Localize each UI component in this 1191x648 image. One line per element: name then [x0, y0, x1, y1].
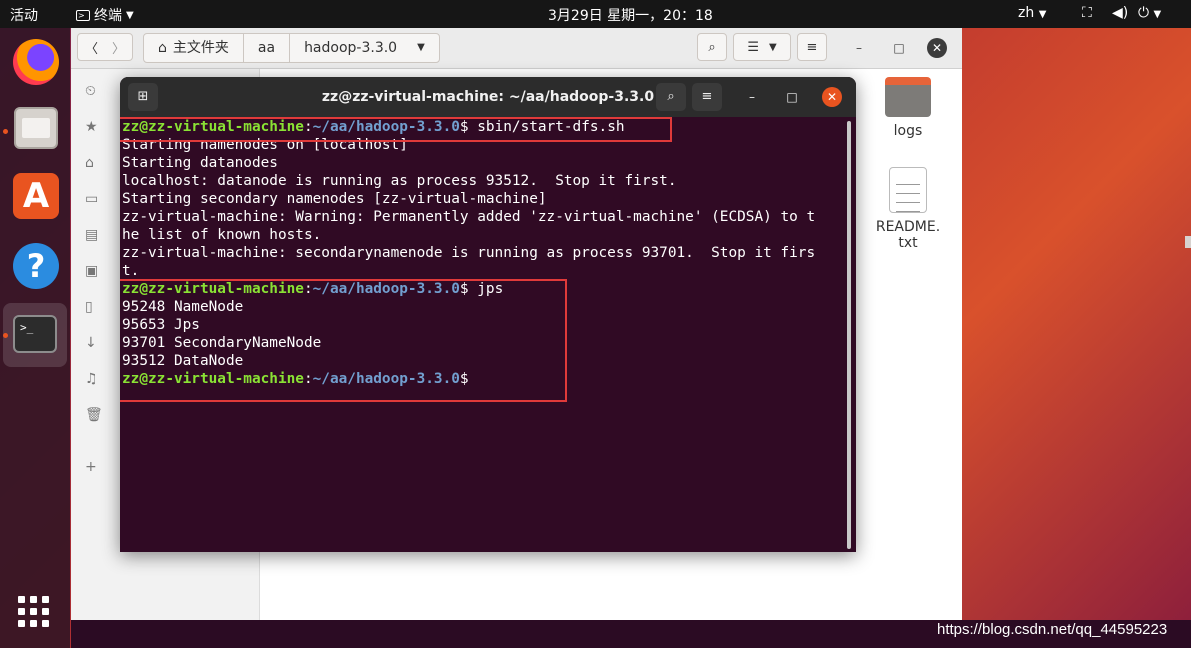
- downloads-icon[interactable]: ↓: [85, 335, 97, 351]
- top-bar: 活动 > 终端 ▼ 3月29日 星期一，20：18 zh ▼ ⛶ ◀) ⏻ ▼: [0, 0, 1191, 28]
- file-manager-header: 〈 〉 ⌂ 主文件夹 aa hadoop-3.3.0 ▼ ⌕ ☰ ▼ ≡ – □…: [71, 28, 962, 69]
- close-icon[interactable]: ✕: [822, 87, 842, 107]
- file-name: logs: [893, 123, 923, 139]
- desktop-icon[interactable]: ▭: [85, 191, 98, 207]
- running-indicator: [3, 333, 8, 338]
- recent-icon[interactable]: ⏲: [85, 83, 96, 99]
- nav-buttons[interactable]: 〈 〉: [77, 33, 133, 61]
- input-method-label: zh: [1018, 5, 1035, 21]
- dock-help[interactable]: ?: [10, 240, 62, 292]
- breadcrumb-home[interactable]: ⌂ 主文件夹: [144, 34, 244, 62]
- output-line: t.: [122, 263, 140, 279]
- firefox-icon: [13, 39, 59, 85]
- breadcrumb-aa[interactable]: aa: [244, 34, 291, 62]
- app-menu[interactable]: > 终端 ▼: [76, 5, 134, 25]
- hamburger-icon: ≡: [701, 89, 713, 104]
- highlight-box: [120, 279, 567, 402]
- dock-firefox[interactable]: [10, 36, 62, 88]
- watermark: https://blog.csdn.net/qq_44595223: [937, 621, 1168, 638]
- forward-icon[interactable]: 〉: [112, 38, 125, 57]
- output-line: zz-virtual-machine: Warning: Permanently…: [122, 209, 816, 225]
- power-icon[interactable]: ⏻ ▼: [1138, 5, 1161, 21]
- app-menu-label: 终端: [94, 8, 122, 24]
- terminal-header: ⊞ zz@zz-virtual-machine: ~/aa/hadoop-3.3…: [120, 77, 856, 117]
- terminal-menu-button[interactable]: ≡: [692, 83, 722, 111]
- file-item-readme[interactable]: README. txt: [873, 167, 943, 251]
- dock-software[interactable]: A: [10, 170, 62, 222]
- terminal-window[interactable]: ⊞ zz@zz-virtual-machine: ~/aa/hadoop-3.3…: [120, 77, 856, 552]
- maximize-icon[interactable]: □: [784, 89, 800, 105]
- minimize-icon[interactable]: –: [744, 89, 760, 105]
- show-applications-icon[interactable]: [18, 596, 50, 628]
- network-icon[interactable]: ⛶: [1082, 5, 1092, 21]
- output-line: Starting datanodes: [122, 155, 278, 171]
- terminal-scrollbar[interactable]: [847, 121, 851, 549]
- file-name-ext: txt: [898, 235, 918, 251]
- running-indicator: [3, 129, 8, 134]
- view-options-button[interactable]: ☰ ▼: [733, 33, 791, 61]
- home-folder-icon[interactable]: ⌂: [85, 155, 94, 171]
- starred-icon[interactable]: ★: [85, 119, 98, 135]
- dock-files[interactable]: [10, 102, 62, 154]
- dock-terminal[interactable]: >_: [3, 303, 67, 367]
- window-edge: [1185, 236, 1191, 248]
- close-icon[interactable]: ✕: [927, 38, 947, 58]
- chevron-down-icon: ▼: [126, 9, 134, 21]
- terminal-app-icon: >_: [13, 315, 57, 353]
- volume-icon[interactable]: ◀): [1112, 5, 1128, 21]
- videos-icon[interactable]: ▤: [85, 227, 98, 243]
- other-locations-icon[interactable]: +: [85, 459, 97, 475]
- search-icon: ⌕: [708, 39, 716, 55]
- chevron-down-icon: ▼: [417, 42, 425, 53]
- text-file-icon: [889, 167, 927, 213]
- dock: A ? >_: [0, 28, 70, 648]
- output-line: zz-virtual-machine: secondarynamenode is…: [122, 245, 816, 261]
- list-view-icon: ☰: [747, 39, 759, 55]
- back-icon[interactable]: 〈: [85, 38, 98, 57]
- terminal-search-button[interactable]: ⌕: [656, 83, 686, 111]
- files-icon: [14, 107, 58, 149]
- activities-button[interactable]: 活动: [10, 5, 38, 25]
- highlight-box: [120, 117, 672, 142]
- help-icon: ?: [13, 243, 59, 289]
- file-name: README.: [875, 219, 941, 235]
- pictures-icon[interactable]: ▣: [85, 263, 98, 279]
- output-line: he list of known hosts.: [122, 227, 322, 243]
- terminal-icon: >: [76, 9, 90, 21]
- maximize-icon[interactable]: □: [889, 38, 909, 58]
- home-icon: ⌂: [158, 40, 167, 56]
- hamburger-icon: ≡: [806, 39, 818, 55]
- search-icon: ⌕: [667, 89, 675, 104]
- menu-button[interactable]: ≡: [797, 33, 827, 61]
- trash-icon[interactable]: 🗑: [85, 407, 103, 423]
- minimize-icon[interactable]: –: [849, 38, 869, 58]
- clock[interactable]: 3月29日 星期一，20：18: [548, 5, 713, 25]
- breadcrumb-hadoop[interactable]: hadoop-3.3.0 ▼: [290, 34, 439, 62]
- documents-icon[interactable]: ▯: [85, 299, 93, 315]
- software-center-icon: A: [13, 173, 59, 219]
- file-item-logs[interactable]: logs: [873, 77, 943, 139]
- breadcrumb: ⌂ 主文件夹 aa hadoop-3.3.0 ▼: [143, 33, 440, 63]
- output-line: localhost: datanode is running as proces…: [122, 173, 677, 189]
- input-method-menu[interactable]: zh ▼: [1018, 5, 1046, 21]
- music-icon[interactable]: ♫: [85, 371, 98, 387]
- chevron-down-icon: ▼: [768, 41, 777, 53]
- search-button[interactable]: ⌕: [697, 33, 727, 61]
- output-line: Starting secondary namenodes [zz-virtual…: [122, 191, 547, 207]
- chevron-down-icon: ▼: [1038, 9, 1047, 20]
- folder-icon: [885, 77, 931, 117]
